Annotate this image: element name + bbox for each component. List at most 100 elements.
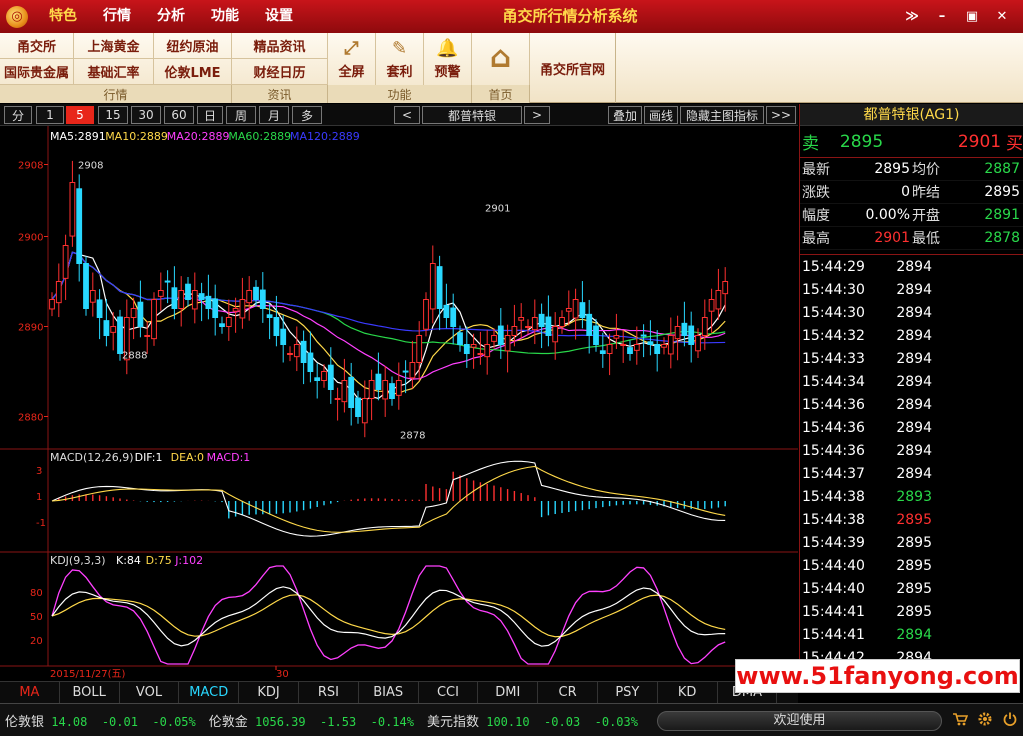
quote-title: 都普特银(AG1) [800, 104, 1023, 126]
indicator-tab-vol[interactable]: VOL [120, 682, 180, 703]
menu-settings[interactable]: 设置 [252, 0, 306, 33]
kline-chart[interactable]: MA5:2891 MA10:2889MA20:2889MA60:2889MA120… [0, 126, 798, 681]
ticker-item[interactable]: 伦敦银 14.08 -0.01 -0.05% [0, 711, 196, 730]
status-bar: 伦敦银 14.08 -0.01 -0.05% 伦敦金 1056.39 -1.53 … [0, 703, 1023, 736]
alert-button[interactable]: 🔔 预警 [424, 33, 472, 85]
toolbar-featured-news[interactable]: 精品资讯 [232, 33, 328, 59]
kdj-tick-label: 20 [30, 636, 43, 647]
candle-body [171, 287, 178, 310]
toolbar-nbgx[interactable]: 甬交所 [0, 33, 74, 59]
toolbar-shanghai-gold[interactable]: 上海黄金 [74, 33, 154, 59]
tick-row: 15:44:36 2894 [800, 393, 1023, 416]
fullscreen-button[interactable]: ⤢ 全屏 [328, 33, 376, 85]
ticker-value: 14.08 [51, 714, 88, 729]
overlay-button[interactable]: 叠加 [608, 106, 642, 124]
kdj-legend: KDJ(9,3,3) K:84 D:75 J:102 [50, 554, 203, 567]
candle-body [389, 383, 395, 399]
tick-row: 15:44:33 2894 [800, 347, 1023, 370]
toolbar-nymex-oil[interactable]: 纽约原油 [154, 33, 232, 59]
tick-price: 2894 [896, 465, 932, 482]
menu-quotes[interactable]: 行情 [90, 0, 144, 33]
collapse-button[interactable]: ≫ [897, 9, 927, 24]
candle-body [647, 341, 654, 346]
indicator-tab-rsi[interactable]: RSI [299, 682, 359, 703]
maximize-button[interactable]: ▣ [957, 9, 987, 24]
tick-time: 15:44:38 [802, 511, 865, 528]
menu-analysis[interactable]: 分析 [144, 0, 198, 33]
tick-time: 15:44:36 [802, 442, 865, 459]
toolbar-econ-calendar[interactable]: 财经日历 [232, 59, 328, 85]
arbitrage-button[interactable]: ✎ 套利 [376, 33, 424, 85]
candle-body [708, 299, 715, 312]
draw-line-button[interactable]: 画线 [644, 106, 678, 124]
period-minute[interactable]: 分 [4, 106, 32, 124]
quote-value: 2901 [874, 230, 910, 246]
price-tick-label: 2908 [18, 161, 43, 172]
next-symbol-button[interactable]: > [524, 106, 550, 124]
candle-body [661, 344, 667, 348]
tick-list[interactable]: 15:44:29 2894 15:44:30 2894 15:44:30 2894 15:4… [800, 254, 1023, 681]
ticker-item[interactable]: 伦敦金 1056.39 -1.53 -0.14% [204, 711, 414, 730]
close-button[interactable]: ✕ [987, 9, 1017, 24]
tick-time: 15:44:36 [802, 419, 865, 436]
menu-special[interactable]: 特色 [36, 0, 90, 33]
indicator-tab-dmi[interactable]: DMI [478, 682, 539, 703]
ma-legend: MA5:2891 MA10:2889MA20:2889MA60:2889MA120… [50, 130, 360, 143]
tick-price: 2894 [896, 281, 932, 298]
period-multi[interactable]: 多 [292, 106, 322, 124]
tick-row: 15:44:38 2893 [800, 485, 1023, 508]
prev-symbol-button[interactable]: < [394, 106, 420, 124]
power-icon[interactable] [1002, 711, 1018, 727]
more-button[interactable]: >> [766, 106, 796, 124]
period-1[interactable]: 1 [36, 106, 64, 124]
indicator-tab-macd[interactable]: MACD [179, 682, 240, 703]
indicator-tab-kdj[interactable]: KDJ [239, 682, 299, 703]
minimize-button[interactable]: – [927, 9, 957, 24]
indicator-tab-cr[interactable]: CR [538, 682, 598, 703]
period-week[interactable]: 周 [226, 106, 256, 124]
indicator-tab-ma[interactable]: MA [0, 682, 60, 703]
candle-body [627, 347, 633, 354]
toolbar-fx-rates[interactable]: 基础汇率 [74, 59, 154, 85]
hide-indicators-button[interactable]: 隐藏主图指标 [680, 106, 764, 124]
indicator-tab-kd[interactable]: KD [658, 682, 718, 703]
candle-body [69, 182, 76, 237]
period-15[interactable]: 15 [98, 106, 128, 124]
macd-tick-label: 1 [36, 492, 42, 503]
period-5[interactable]: 5 [66, 106, 94, 124]
period-day[interactable]: 日 [197, 106, 223, 124]
candle-body [62, 245, 69, 279]
quote-label: 昨结 [912, 185, 940, 201]
candle-body [259, 289, 266, 310]
quote-value: 2895 [874, 161, 910, 177]
symbol-selector[interactable]: 都普特银 [422, 106, 522, 124]
indicator-tab-boll[interactable]: BOLL [60, 682, 120, 703]
candle-body [83, 263, 89, 309]
official-site-button[interactable]: 甬交所官网 [530, 33, 616, 103]
kdj-tick-label: 50 [30, 612, 43, 623]
indicator-tab-cci[interactable]: CCI [419, 682, 479, 703]
kdj-tick-label: 80 [30, 588, 43, 599]
legend-entry: DEA:0 [171, 451, 204, 464]
candle-body [300, 340, 307, 364]
indicator-tab-psy[interactable]: PSY [598, 682, 658, 703]
period-60[interactable]: 60 [164, 106, 194, 124]
quote-label: 均价 [912, 162, 940, 178]
tick-row: 15:44:36 2894 [800, 416, 1023, 439]
period-month[interactable]: 月 [259, 106, 289, 124]
cart-icon[interactable] [952, 712, 969, 726]
macd-tick-label: -1 [36, 518, 46, 529]
dea-line [51, 465, 726, 533]
quote-row: 最高 2901 最低 2878 [800, 227, 1023, 250]
toolbar-precious-metals[interactable]: 国际贵金属 [0, 59, 74, 85]
tick-price: 2894 [896, 419, 932, 436]
period-30[interactable]: 30 [131, 106, 161, 124]
ticker-item[interactable]: 美元指数 100.10 -0.03 -0.03% [422, 711, 638, 730]
quote-value: 0.00% [865, 207, 910, 223]
indicator-tab-bias[interactable]: BIAS [359, 682, 419, 703]
menu-functions[interactable]: 功能 [198, 0, 252, 33]
toolbar-lme[interactable]: 伦敦LME [154, 59, 232, 85]
home-button[interactable]: ⌂ [472, 33, 530, 85]
tick-row: 15:44:38 2895 [800, 508, 1023, 531]
gear-icon[interactable] [977, 711, 993, 727]
